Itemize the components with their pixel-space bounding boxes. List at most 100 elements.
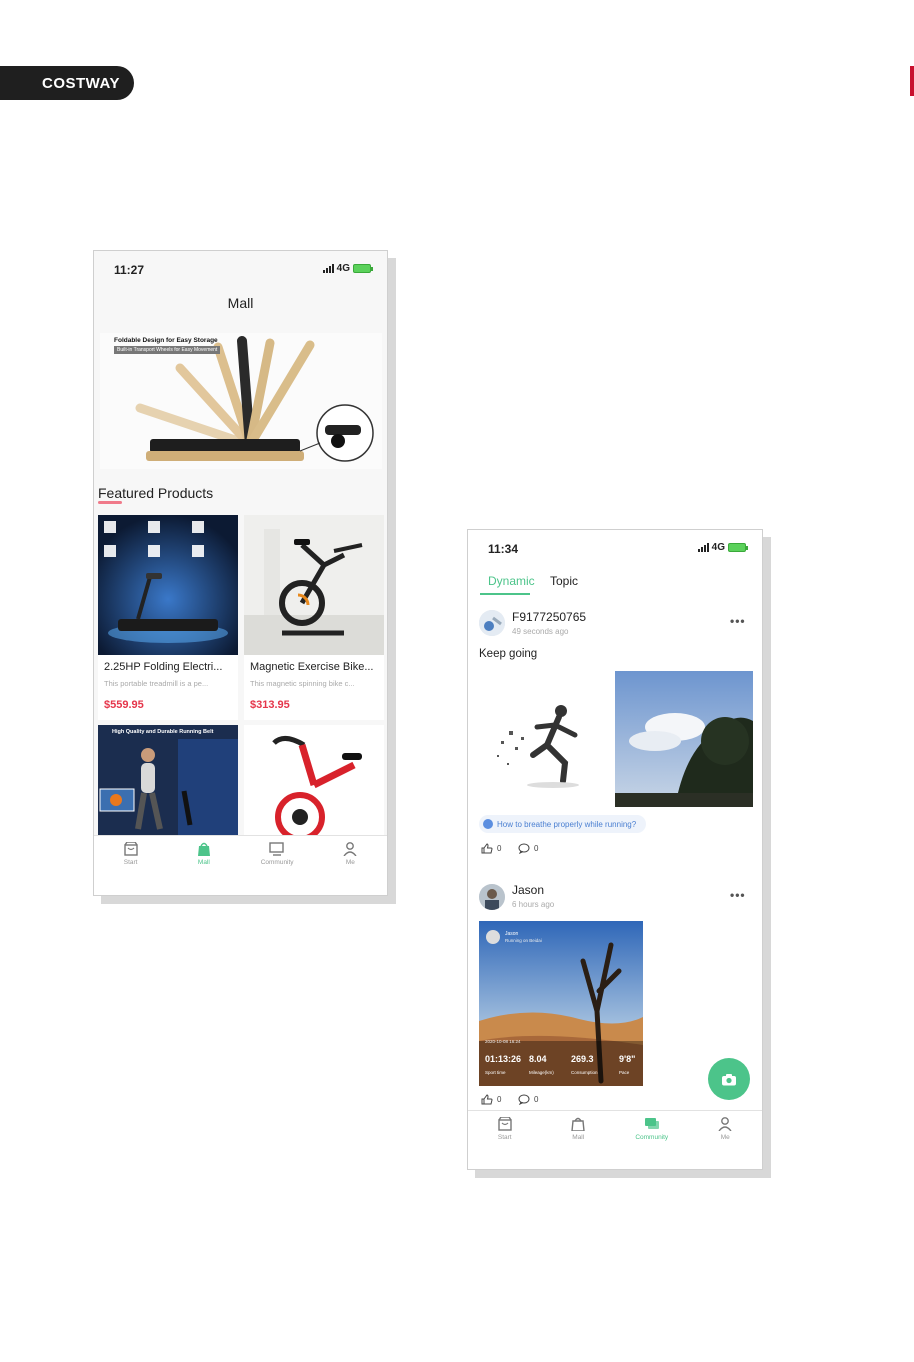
brand-tab: COSTWAY: [0, 66, 134, 100]
comment-icon: [518, 1094, 530, 1105]
signal-icon: [322, 264, 334, 273]
card-stat: 8.04 Mileage(km): [529, 1054, 563, 1075]
like-count: 0: [497, 1095, 502, 1104]
store-icon: [498, 1117, 512, 1131]
status-bar: 11:34 4G: [468, 530, 762, 560]
status-time: 11:27: [114, 263, 145, 277]
person-icon: [718, 1117, 732, 1131]
like-button[interactable]: 0: [481, 1094, 501, 1105]
tab-topic[interactable]: Topic: [550, 574, 578, 588]
tab-label: Mall: [197, 859, 210, 866]
more-options-icon[interactable]: •••: [730, 614, 746, 628]
post-time: 6 hours ago: [512, 900, 555, 909]
topic-icon: [483, 819, 493, 829]
banner-subcaption: Built-in Transport Wheels for Easy Movem…: [114, 346, 221, 354]
status-indicators: 4G: [697, 542, 748, 553]
product-title: 2.25HP Folding Electri...: [104, 661, 223, 673]
post-image-runner[interactable]: [479, 671, 611, 807]
product-price: $559.95: [104, 699, 144, 711]
brand-label: COSTWAY: [42, 74, 120, 92]
thumbs-up-icon: [481, 1094, 493, 1105]
tab-community[interactable]: Community: [615, 1111, 689, 1169]
status-bar: 11:27 4G: [94, 251, 387, 281]
card-subtitle: Running on Beidai: [505, 938, 542, 943]
treadmill-runner-image: [98, 725, 238, 835]
comment-icon: [518, 843, 530, 854]
stat-value: 01:13:26: [485, 1054, 522, 1064]
person-icon: [343, 842, 357, 856]
avatar[interactable]: [479, 610, 505, 636]
tab-label: Start: [497, 1134, 512, 1141]
camera-icon: [722, 1073, 736, 1085]
product-card[interactable]: Magnetic Exercise Bike... This magnetic …: [244, 515, 384, 720]
chat-icon: [644, 1118, 659, 1129]
product-description: This magnetic spinning bike c...: [250, 679, 355, 688]
tab-dynamic[interactable]: Dynamic: [488, 574, 535, 588]
mall-phone: 11:27 4G Mall Foldable Design for Easy S…: [93, 250, 388, 896]
battery-icon: [353, 264, 373, 273]
section-title-underline: [98, 501, 122, 504]
post-username[interactable]: Jason: [512, 883, 544, 897]
bag-icon: [571, 1117, 585, 1131]
camera-button[interactable]: [708, 1058, 750, 1100]
tab-mall[interactable]: Mall: [542, 1111, 616, 1169]
page-title: Mall: [227, 295, 254, 311]
banner-caption: Foldable Design for Easy Storage: [114, 337, 218, 344]
tab-bar: Start Mall Community Me: [468, 1110, 763, 1169]
status-time: 11:34: [488, 542, 519, 556]
community-phone: 11:34 4G Dynamic Topic F9177250765 49 se…: [467, 529, 763, 1170]
stat-label: Pace: [619, 1070, 630, 1075]
section-title: Featured Products: [98, 485, 214, 501]
tab-label: Start: [123, 859, 138, 866]
more-options-icon[interactable]: •••: [730, 888, 746, 902]
stat-value: 9'8": [619, 1054, 636, 1064]
avatar[interactable]: [479, 884, 505, 910]
tab-start[interactable]: Start: [468, 1111, 542, 1169]
thumbs-up-icon: [481, 843, 493, 854]
comment-button[interactable]: 0: [518, 843, 538, 854]
tab-bar: Start Mall Community Me: [94, 835, 387, 895]
product-price: $313.95: [250, 699, 290, 711]
product-card[interactable]: [244, 725, 384, 835]
tab-label: Community: [635, 1134, 669, 1141]
tab-community[interactable]: Community: [241, 836, 314, 895]
post-username[interactable]: F9177250765: [512, 610, 586, 624]
network-label: 4G: [711, 542, 725, 553]
tab-mall[interactable]: Mall: [167, 836, 240, 895]
post-text: Keep going: [479, 648, 538, 660]
avatar-image: [479, 884, 505, 910]
card-stat: 9'8" Pace: [619, 1054, 641, 1075]
product-card[interactable]: 2.25HP Folding Electri... This portable …: [98, 515, 238, 720]
red-bike-image: [244, 725, 384, 835]
tab-start[interactable]: Start: [94, 836, 167, 895]
card-user: Jason: [505, 931, 519, 937]
avatar-image: [479, 610, 505, 636]
tab-label: Me: [720, 1134, 730, 1141]
status-indicators: 4G: [322, 263, 373, 274]
promo-banner[interactable]: Foldable Design for Easy Storage Built-i…: [100, 333, 382, 469]
signal-icon: [697, 543, 709, 552]
product-card[interactable]: High Quality and Durable Running Belt: [98, 725, 238, 835]
stat-value: 269.3: [571, 1054, 594, 1064]
tab-label: Me: [345, 859, 355, 866]
treadmill-image: [98, 515, 238, 655]
monitor-icon: [269, 842, 284, 856]
comment-count: 0: [534, 844, 539, 853]
comment-count: 0: [534, 1095, 539, 1104]
post-time: 49 seconds ago: [512, 627, 569, 636]
battery-icon: [728, 543, 748, 552]
card-stat: 01:13:26 Sport time: [485, 1054, 522, 1075]
tab-me[interactable]: Me: [314, 836, 387, 895]
workout-card[interactable]: Jason Running on Beidai 2020-10-08 16:24…: [479, 921, 643, 1086]
page-edge-mark: [910, 66, 914, 96]
topic-tag[interactable]: How to breathe properly while running?: [479, 815, 647, 833]
like-button[interactable]: 0: [481, 843, 501, 854]
tab-me[interactable]: Me: [689, 1111, 763, 1169]
product-image-caption: High Quality and Durable Running Belt: [112, 729, 214, 735]
post-image-sky[interactable]: [615, 671, 753, 807]
tab-label: Mall: [572, 1134, 585, 1141]
active-tab-indicator: [480, 593, 530, 595]
stat-label: Sport time: [485, 1070, 506, 1075]
stat-label: Consumption: [571, 1070, 598, 1075]
comment-button[interactable]: 0: [518, 1094, 538, 1105]
